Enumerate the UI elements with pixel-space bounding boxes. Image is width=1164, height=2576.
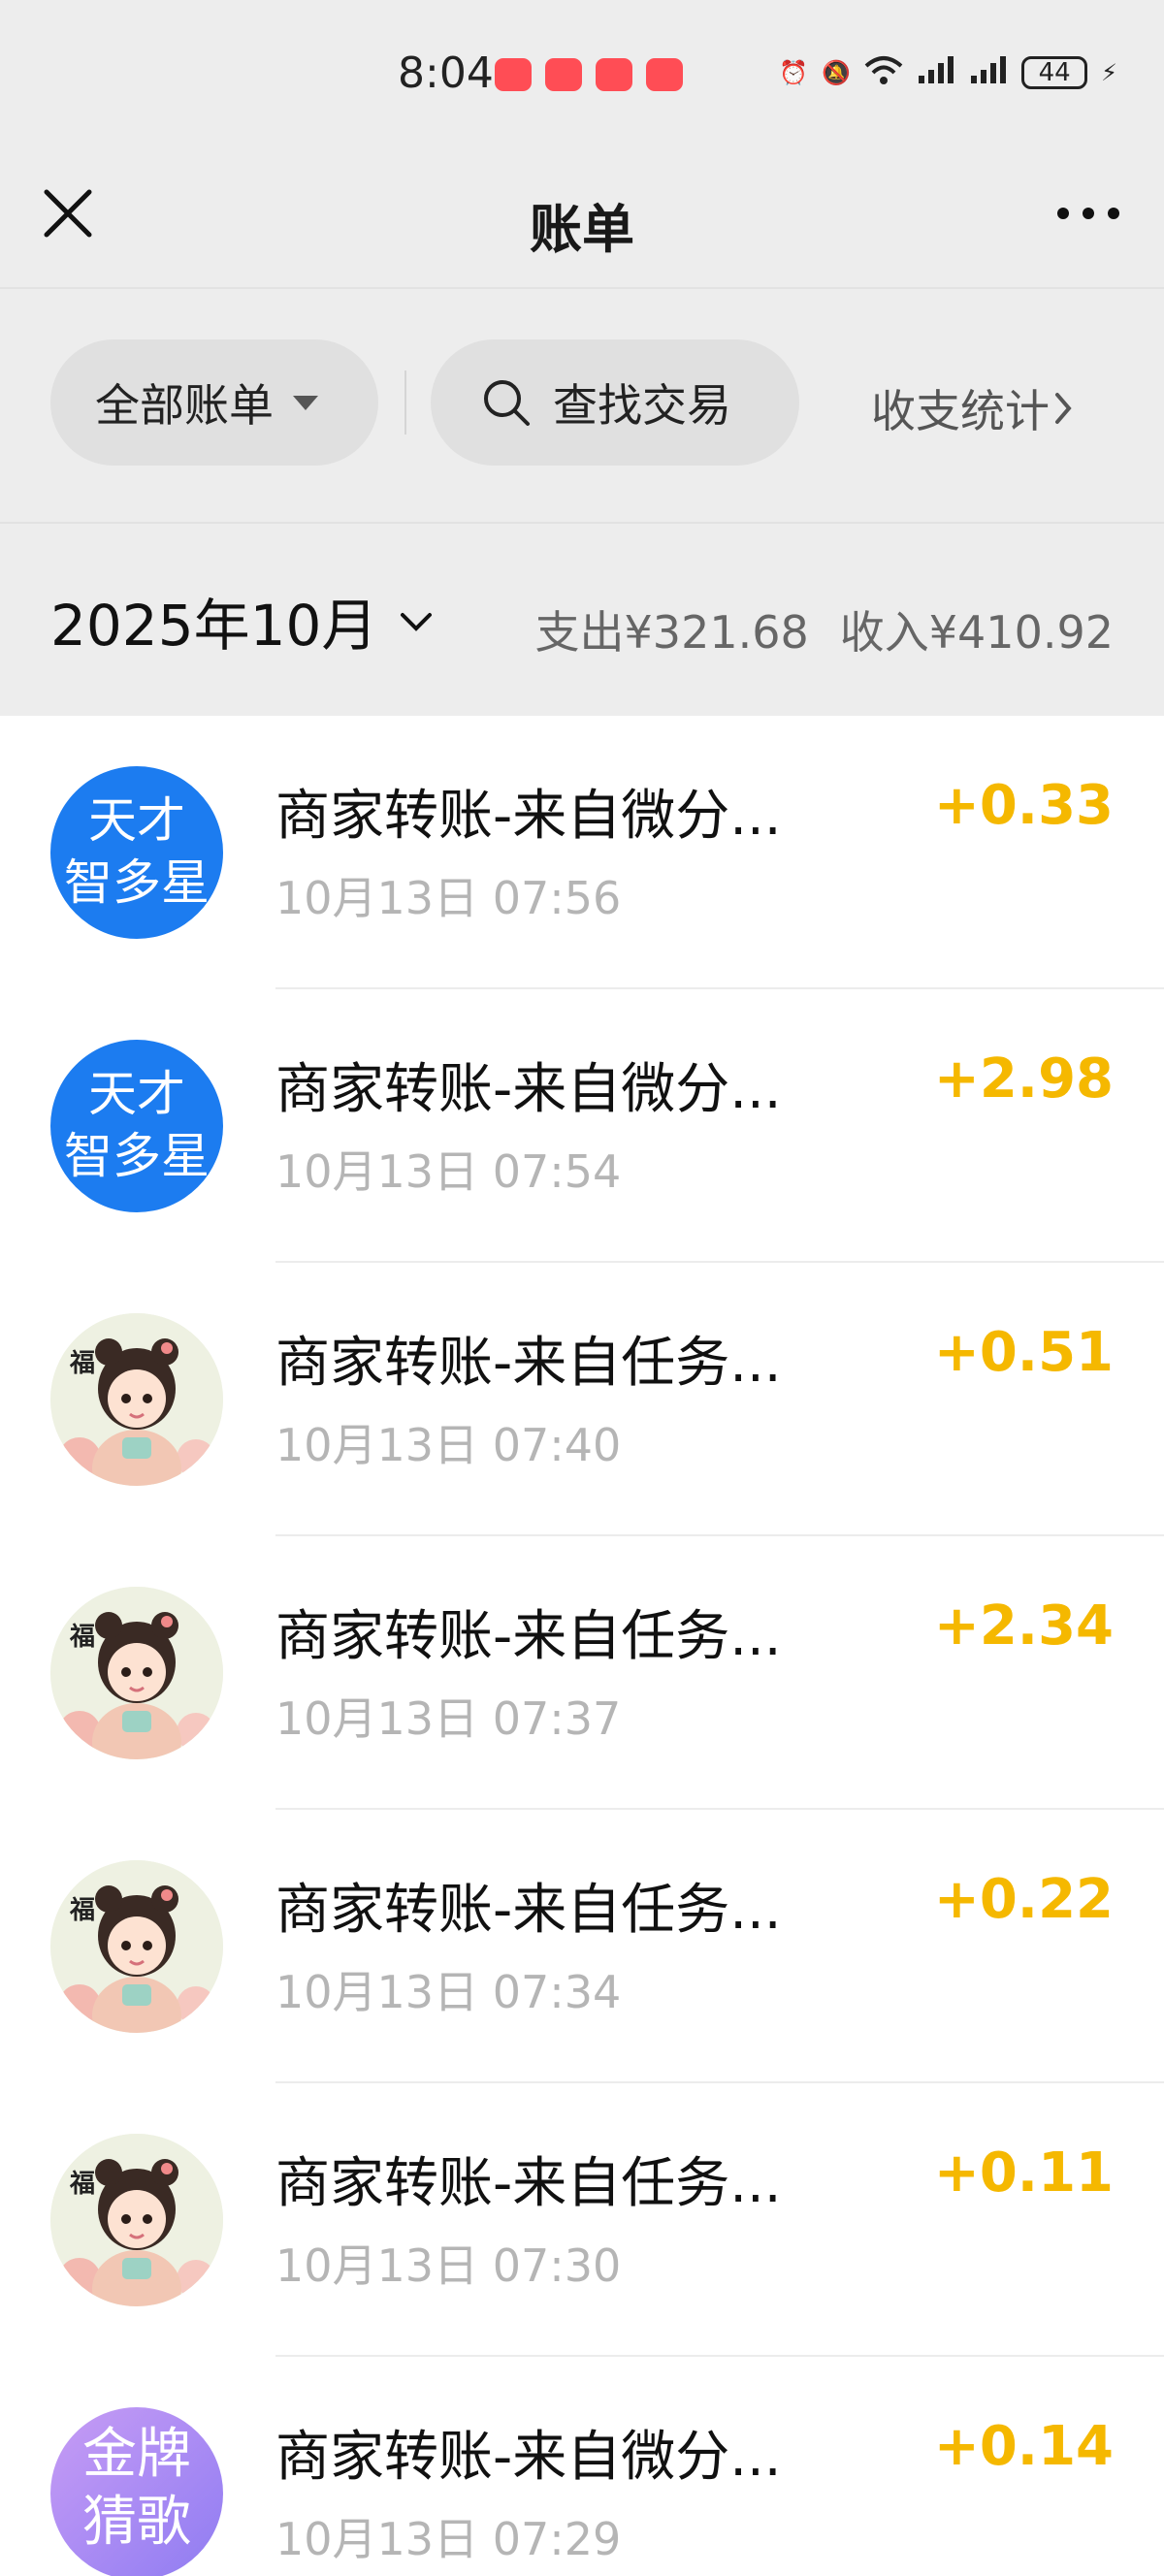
transaction-row[interactable]: 天才 智多星 商家转账-来自微分... 10月13日 07:56 +0.33 (0, 716, 1164, 989)
transaction-time: 10月13日 07:56 (275, 872, 622, 924)
transaction-title: 商家转账-来自任务... (275, 1605, 782, 1668)
transaction-time: 10月13日 07:40 (275, 1419, 622, 1471)
transaction-amount: +0.33 (933, 774, 1114, 837)
transaction-time: 10月13日 07:30 (275, 2239, 622, 2292)
transaction-amount: +0.14 (933, 2415, 1114, 2478)
nav-bar: 账单 (0, 145, 1164, 289)
status-bar: 8:04 ⏰ 🔕 44 ⚡ (0, 0, 1164, 145)
transaction-amount: +0.51 (933, 1321, 1114, 1384)
expense-total: 支出¥321.68 (534, 606, 809, 659)
transaction-time: 10月13日 07:29 (275, 2513, 622, 2565)
month-totals: 支出¥321.68 收入¥410.92 (535, 597, 1114, 661)
divider (404, 370, 406, 435)
merchant-avatar: 天才 智多星 (50, 766, 223, 939)
transaction-amount: +2.34 (933, 1594, 1114, 1658)
merchant-avatar-image: 福 (50, 2134, 223, 2306)
transaction-title: 商家转账-来自任务... (275, 1879, 782, 1942)
app-notification-icon (545, 58, 582, 91)
signal-4g-icon (917, 54, 955, 91)
charging-icon: ⚡ (1101, 59, 1117, 86)
search-label: 查找交易 (553, 379, 731, 432)
merchant-avatar-image: 福 (50, 1313, 223, 1486)
transaction-row[interactable]: 福 商家转账-来自任务... 10月13日 07:34 +0.22 (0, 1810, 1164, 2083)
alarm-icon: ⏰ (779, 59, 809, 86)
caret-down-icon (293, 395, 318, 410)
system-icons: ⏰ 🔕 44 ⚡ (779, 54, 1117, 91)
transaction-title: 商家转账-来自任务... (275, 1332, 782, 1395)
merchant-avatar: 天才 智多星 (50, 1040, 223, 1212)
all-bills-label: 全部账单 (95, 379, 274, 432)
chevron-right-icon (1055, 393, 1072, 424)
transaction-row[interactable]: 福 商家转账-来自任务... 10月13日 07:40 +0.51 (0, 1263, 1164, 1536)
all-bills-filter-button[interactable]: 全部账单 (50, 339, 378, 466)
transaction-title: 商家转账-来自微分... (275, 1058, 782, 1121)
svg-text:福: 福 (69, 1896, 95, 1925)
filter-bar: 全部账单 查找交易 收支统计 (0, 289, 1164, 524)
app-notification-icon (495, 58, 532, 91)
notification-icons (495, 58, 683, 91)
app-notification-icon (596, 58, 632, 91)
transaction-title: 商家转账-来自微分... (275, 785, 782, 848)
stats-label: 收支统计 (871, 385, 1050, 437)
transaction-row[interactable]: 福 商家转账-来自任务... 10月13日 07:37 +2.34 (0, 1536, 1164, 1810)
transaction-row[interactable]: 天才 智多星 商家转账-来自微分... 10月13日 07:54 +2.98 (0, 989, 1164, 1263)
transaction-amount: +2.98 (933, 1047, 1114, 1111)
status-time: 8:04 (398, 48, 494, 98)
svg-text:福: 福 (69, 2170, 95, 2199)
signal-4g-icon (969, 54, 1008, 91)
income-expense-stats-link[interactable]: 收支统计 (871, 376, 1077, 440)
chevron-down-icon (401, 613, 433, 631)
app-notification-icon (646, 58, 683, 91)
search-transactions-button[interactable]: 查找交易 (431, 339, 799, 466)
transaction-amount: +0.22 (933, 1868, 1114, 1931)
merchant-avatar-image: 福 (50, 1587, 223, 1759)
more-icon[interactable] (1051, 184, 1125, 242)
transaction-time: 10月13日 07:34 (275, 1966, 622, 2018)
transaction-time: 10月13日 07:37 (275, 1692, 622, 1745)
svg-text:福: 福 (69, 1349, 95, 1378)
transaction-amount: +0.11 (933, 2141, 1114, 2205)
svg-text:福: 福 (69, 1623, 95, 1652)
mute-icon: 🔕 (822, 59, 852, 86)
merchant-avatar-image: 福 (50, 1860, 223, 2033)
wifi-icon (864, 54, 903, 91)
month-summary: 2025年10月 支出¥321.68 收入¥410.92 (0, 524, 1164, 716)
month-selector[interactable]: 2025年10月 (50, 580, 436, 661)
battery-icon: 44 (1021, 56, 1088, 89)
transaction-row[interactable]: 金牌 猜歌 商家转账-来自微分... 10月13日 07:29 +0.14 (0, 2357, 1164, 2576)
transaction-title: 商家转账-来自微分... (275, 2426, 782, 2489)
income-total: 收入¥410.92 (839, 606, 1114, 659)
page-title: 账单 (530, 199, 634, 260)
merchant-avatar: 金牌 猜歌 (50, 2407, 223, 2576)
transaction-time: 10月13日 07:54 (275, 1145, 622, 1198)
transaction-list: 天才 智多星 商家转账-来自微分... 10月13日 07:56 +0.33 天才 智多… (0, 716, 1164, 2576)
search-icon (484, 380, 530, 426)
month-label: 2025年10月 (50, 593, 378, 659)
transaction-title: 商家转账-来自任务... (275, 2152, 782, 2215)
transaction-row[interactable]: 福 商家转账-来自任务... 10月13日 07:30 +0.11 (0, 2083, 1164, 2357)
